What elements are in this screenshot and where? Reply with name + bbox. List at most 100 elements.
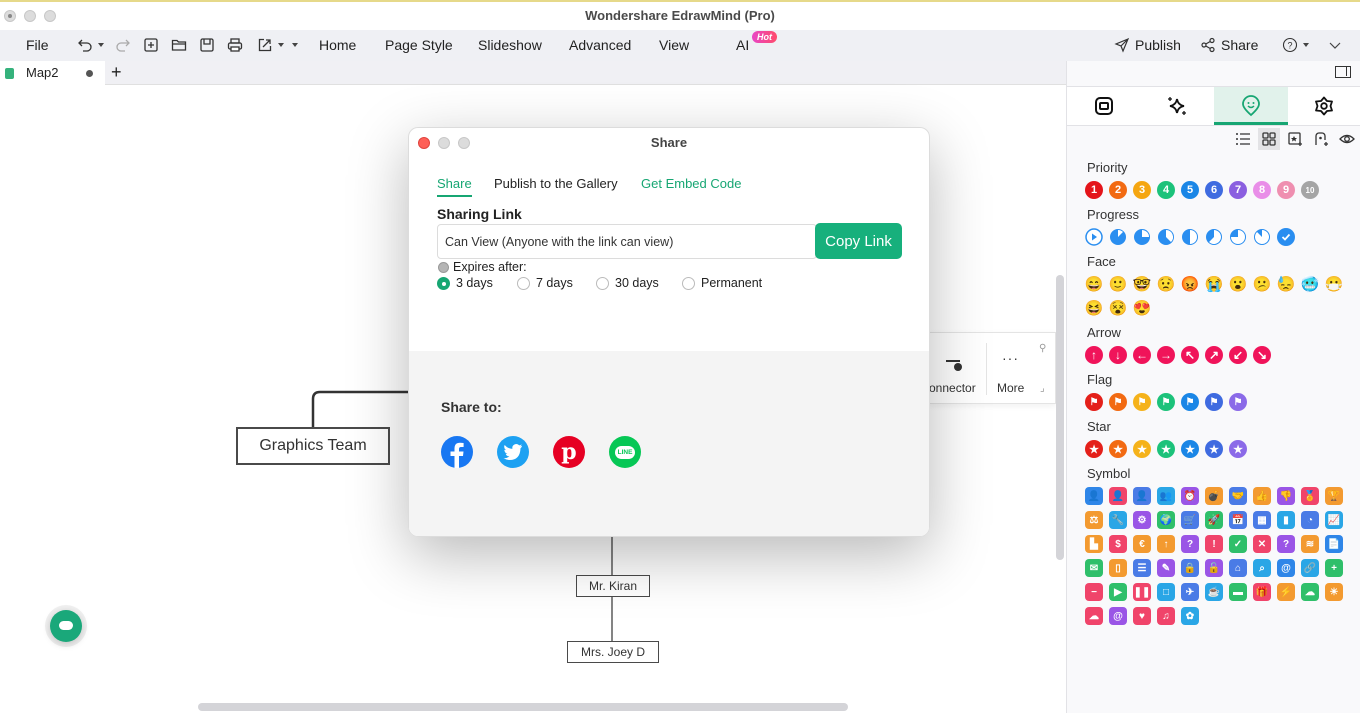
symbol-icon[interactable]: 📄 — [1325, 535, 1343, 553]
grid-view-icon[interactable] — [1258, 128, 1280, 150]
arrow-down-left-icon[interactable]: ↙ — [1229, 346, 1247, 364]
ai-assistant-bot-button[interactable] — [50, 610, 82, 642]
menu-view[interactable]: View — [659, 37, 689, 53]
tab-theme[interactable] — [1288, 87, 1360, 125]
symbol-icon[interactable]: @ — [1277, 559, 1295, 577]
progress-87.5%-icon[interactable] — [1253, 228, 1271, 246]
add-custom-mark-icon[interactable] — [1284, 128, 1306, 150]
symbol-icon[interactable]: ◔ — [1301, 511, 1319, 529]
face-icon[interactable]: 🥶 — [1301, 275, 1320, 293]
face-icon[interactable]: 😕 — [1253, 275, 1272, 293]
symbol-icon[interactable]: € — [1133, 535, 1151, 553]
symbol-icon[interactable]: ▙ — [1085, 535, 1103, 553]
flag-icon[interactable]: ⚑ — [1133, 393, 1151, 411]
symbol-icon[interactable]: ♫ — [1157, 607, 1175, 625]
face-icon[interactable]: 😵 — [1109, 299, 1128, 317]
share-button[interactable]: Share — [1200, 37, 1258, 53]
priority-9-icon[interactable]: 9 — [1277, 181, 1295, 199]
pin-icon[interactable]: ⚲ — [1039, 343, 1046, 354]
priority-6-icon[interactable]: 6 — [1205, 181, 1223, 199]
dialog-tab-share[interactable]: Share — [437, 176, 472, 197]
symbol-icon[interactable]: 🔓 — [1205, 559, 1223, 577]
arrow-up-right-icon[interactable]: ↗ — [1205, 346, 1223, 364]
priority-8-icon[interactable]: 8 — [1253, 181, 1271, 199]
symbol-icon[interactable]: □ — [1157, 583, 1175, 601]
symbol-icon[interactable]: ✈ — [1181, 583, 1199, 601]
horizontal-scrollbar[interactable] — [198, 703, 848, 711]
undo-dropdown-icon[interactable] — [98, 43, 104, 47]
symbol-icon[interactable]: ✓ — [1229, 535, 1247, 553]
copy-link-button[interactable]: Copy Link — [815, 223, 902, 259]
star-icon[interactable]: ★ — [1157, 440, 1175, 458]
symbol-icon[interactable]: ☰ — [1133, 559, 1151, 577]
publish-button[interactable]: Publish — [1114, 37, 1181, 53]
star-icon[interactable]: ★ — [1085, 440, 1103, 458]
symbol-icon[interactable]: ≋ — [1301, 535, 1319, 553]
menu-home[interactable]: Home — [319, 37, 356, 53]
list-view-icon[interactable] — [1232, 128, 1254, 150]
open-folder-icon[interactable] — [170, 36, 188, 54]
symbol-icon[interactable]: ↑ — [1157, 535, 1175, 553]
line-icon[interactable]: LINE — [609, 436, 641, 468]
face-icon[interactable]: 🤓 — [1133, 275, 1152, 293]
arrow-right-icon[interactable]: → — [1157, 346, 1175, 364]
progress-50%-icon[interactable] — [1181, 228, 1199, 246]
flag-icon[interactable]: ⚑ — [1109, 393, 1127, 411]
star-icon[interactable]: ★ — [1181, 440, 1199, 458]
progress-12.5%-icon[interactable] — [1109, 228, 1127, 246]
priority-5-icon[interactable]: 5 — [1181, 181, 1199, 199]
star-icon[interactable]: ★ — [1229, 440, 1247, 458]
node-mrs-joey-d[interactable]: Mrs. Joey D — [567, 641, 659, 663]
menu-advanced[interactable]: Advanced — [569, 37, 631, 53]
symbol-icon[interactable]: @ — [1109, 607, 1127, 625]
face-icon[interactable]: 😍 — [1133, 299, 1152, 317]
symbol-icon[interactable]: ? — [1277, 535, 1295, 553]
symbol-icon[interactable]: ✉ — [1085, 559, 1103, 577]
symbol-icon[interactable]: 📅 — [1229, 511, 1247, 529]
symbol-icon[interactable]: ☕ — [1205, 583, 1223, 601]
tab-map2[interactable]: Map2 — [0, 61, 105, 85]
add-tab-button[interactable]: + — [111, 62, 122, 83]
face-icon[interactable]: 😄 — [1085, 275, 1104, 293]
export-icon[interactable] — [256, 36, 274, 54]
symbol-icon[interactable]: ⚡ — [1277, 583, 1295, 601]
flag-icon[interactable]: ⚑ — [1229, 393, 1247, 411]
pinterest-icon[interactable]: p — [553, 436, 585, 468]
add-sticker-icon[interactable] — [1310, 128, 1332, 150]
node-mr-kiran[interactable]: Mr. Kiran — [576, 575, 650, 597]
priority-7-icon[interactable]: 7 — [1229, 181, 1247, 199]
symbol-icon[interactable]: ▬ — [1229, 583, 1247, 601]
expiry-30-days-radio[interactable]: 30 days — [596, 276, 659, 290]
connector-button[interactable]: onnector — [929, 381, 976, 395]
symbol-icon[interactable]: ▮ — [1277, 511, 1295, 529]
face-icon[interactable]: 😆 — [1085, 299, 1104, 317]
dialog-tab-embed-code[interactable]: Get Embed Code — [641, 176, 741, 191]
menu-page-style[interactable]: Page Style — [385, 37, 453, 53]
toggle-panel-icon[interactable] — [1335, 66, 1351, 78]
symbol-icon[interactable]: 👍 — [1253, 487, 1271, 505]
symbol-icon[interactable]: 🤝 — [1229, 487, 1247, 505]
menu-slideshow[interactable]: Slideshow — [478, 37, 542, 53]
symbol-icon[interactable]: 📈 — [1325, 511, 1343, 529]
symbol-icon[interactable]: ▦ — [1253, 511, 1271, 529]
face-icon[interactable]: 😡 — [1181, 275, 1200, 293]
expiry-7-days-radio[interactable]: 7 days — [517, 276, 573, 290]
arrow-down-right-icon[interactable]: ↘ — [1253, 346, 1271, 364]
face-icon[interactable]: 😮 — [1229, 275, 1248, 293]
symbol-icon[interactable]: ✿ — [1181, 607, 1199, 625]
star-icon[interactable]: ★ — [1133, 440, 1151, 458]
symbol-icon[interactable]: ♥ — [1133, 607, 1151, 625]
symbol-icon[interactable]: 🔒 — [1181, 559, 1199, 577]
permission-select[interactable]: Can View (Anyone with the link can view) — [437, 224, 817, 259]
symbol-icon[interactable]: + — [1325, 559, 1343, 577]
symbol-icon[interactable]: 🏆 — [1325, 487, 1343, 505]
node-graphics-team[interactable]: Graphics Team — [236, 427, 390, 465]
arrow-up-left-icon[interactable]: ↖ — [1181, 346, 1199, 364]
face-icon[interactable]: 🙂 — [1109, 275, 1128, 293]
face-icon[interactable]: 😭 — [1205, 275, 1224, 293]
symbol-icon[interactable]: ⌕ — [1253, 559, 1271, 577]
face-icon[interactable]: 😓 — [1277, 275, 1296, 293]
menu-file[interactable]: File — [26, 37, 49, 53]
flag-icon[interactable]: ⚑ — [1157, 393, 1175, 411]
progress-25%-icon[interactable] — [1133, 228, 1151, 246]
